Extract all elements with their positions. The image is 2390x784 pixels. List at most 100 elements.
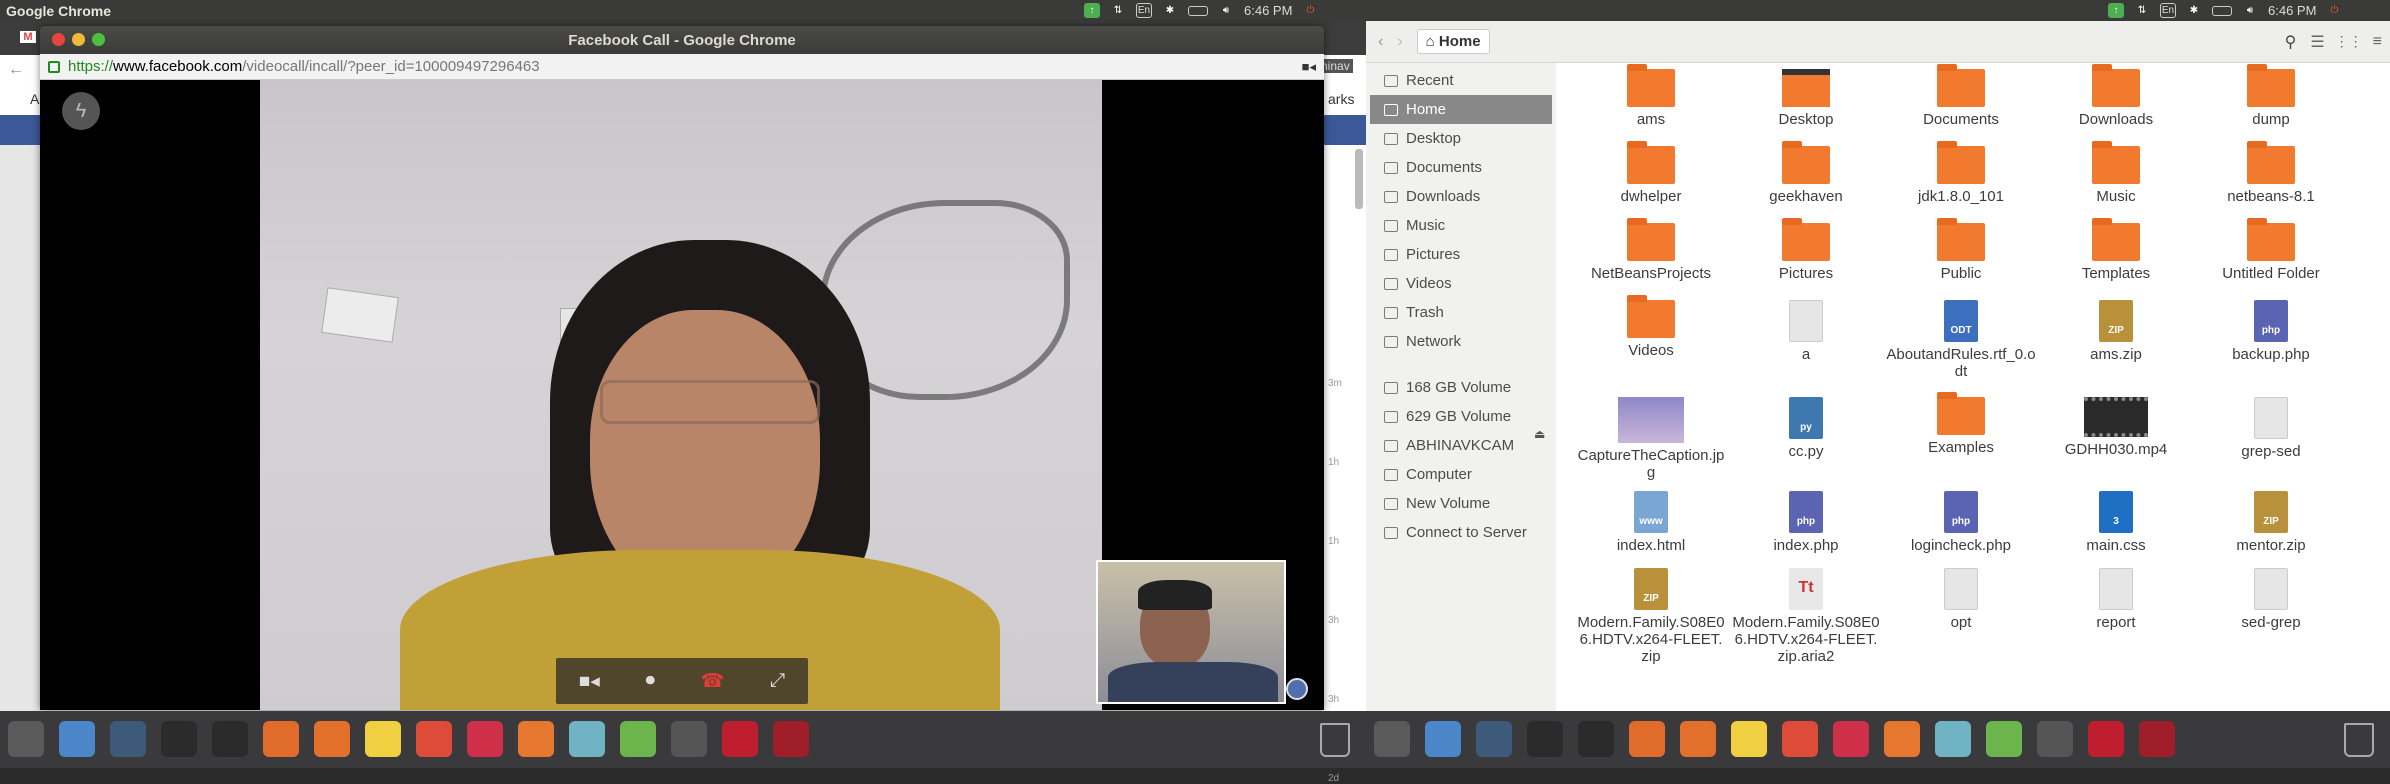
- sidebar-item-new-volume[interactable]: New Volume: [1370, 489, 1552, 518]
- sidebar-item-629-gb-volume[interactable]: 629 GB Volume: [1370, 402, 1552, 431]
- mixer-icon[interactable]: [1833, 721, 1869, 757]
- cube-icon[interactable]: [59, 721, 95, 757]
- firefox-icon[interactable]: [518, 721, 554, 757]
- gmail-tab-icon[interactable]: M: [20, 31, 36, 43]
- cube-icon[interactable]: [1425, 721, 1461, 757]
- sidebar-item-computer[interactable]: Computer: [1370, 460, 1552, 489]
- path-bar[interactable]: ⌂ Home: [1416, 29, 1490, 54]
- volume-icon[interactable]: 🔊︎: [1218, 3, 1234, 18]
- tool-icon[interactable]: [569, 721, 605, 757]
- webcam-icon[interactable]: [2037, 721, 2073, 757]
- sidebar-item-music[interactable]: Music: [1370, 211, 1552, 240]
- eject-icon[interactable]: ⏏: [1534, 427, 1545, 441]
- terminal-icon[interactable]: [212, 721, 248, 757]
- sidebar-item-trash[interactable]: Trash: [1370, 298, 1552, 327]
- messenger-icon[interactable]: ϟ: [62, 92, 100, 130]
- globe-icon[interactable]: [1286, 678, 1308, 700]
- store-icon[interactable]: [314, 721, 350, 757]
- mixer-icon[interactable]: [467, 721, 503, 757]
- power-icon[interactable]: ⏻: [1302, 3, 1318, 18]
- text-editor-icon[interactable]: [365, 721, 401, 757]
- file-item[interactable]: Downloads: [2041, 64, 2191, 128]
- file-item[interactable]: ZIP ams.zip: [2041, 300, 2191, 363]
- sidebar-item-videos[interactable]: Videos: [1370, 269, 1552, 298]
- camera-indicator-icon[interactable]: ■◂: [1302, 59, 1316, 75]
- filezilla-icon[interactable]: [722, 721, 758, 757]
- scrollbar[interactable]: [1355, 149, 1363, 209]
- bg-apps-label[interactable]: A: [30, 91, 39, 107]
- file-item[interactable]: ZIP mentor.zip: [2196, 491, 2346, 554]
- file-item[interactable]: GDHH030.mp4: [2041, 397, 2191, 458]
- bluetooth-icon[interactable]: ✱: [1162, 3, 1178, 18]
- battery-icon[interactable]: [1188, 5, 1208, 16]
- file-item[interactable]: php index.php: [1731, 491, 1881, 554]
- file-item[interactable]: php backup.php: [2196, 300, 2346, 363]
- sidebar-item-pictures[interactable]: Pictures: [1370, 240, 1552, 269]
- text-editor-icon[interactable]: [1731, 721, 1767, 757]
- grid-view-icon[interactable]: ⋮⋮: [2335, 33, 2363, 50]
- webcam-icon[interactable]: [671, 721, 707, 757]
- file-item[interactable]: Tt Modern.Family.S08E06.HDTV.x264-FLEET.z…: [1731, 568, 1881, 665]
- chrome-icon[interactable]: [416, 721, 452, 757]
- terminal-icon[interactable]: [1527, 721, 1563, 757]
- file-item[interactable]: Videos: [1576, 295, 1726, 359]
- terminal-icon[interactable]: [161, 721, 197, 757]
- file-item[interactable]: grep-sed: [2196, 397, 2346, 460]
- terminal-icon[interactable]: [1578, 721, 1614, 757]
- file-item[interactable]: 3 main.css: [2041, 491, 2191, 554]
- maximize-button[interactable]: [92, 33, 105, 46]
- forward-icon[interactable]: ›: [1397, 33, 1402, 51]
- file-item[interactable]: sed-grep: [2196, 568, 2346, 631]
- search-icon[interactable]: ⚲: [2285, 32, 2297, 52]
- battery-icon[interactable]: [2212, 5, 2232, 16]
- file-item[interactable]: Music: [2041, 141, 2191, 205]
- file-item[interactable]: ams: [1576, 64, 1726, 128]
- s-app-icon[interactable]: [110, 721, 146, 757]
- sidebar-item-home[interactable]: Home: [1370, 95, 1552, 124]
- file-item[interactable]: ZIP Modern.Family.S08E06.HDTV.x264-FLEET.…: [1576, 568, 1726, 665]
- file-item[interactable]: geekhaven: [1731, 141, 1881, 205]
- list-view-icon[interactable]: ☰: [2310, 32, 2324, 52]
- file-item[interactable]: ODT AboutandRules.rtf_0.odt: [1886, 300, 2036, 380]
- power-icon[interactable]: ⏻: [2326, 3, 2342, 18]
- file-item[interactable]: Untitled Folder: [2196, 218, 2346, 282]
- video-camera-icon[interactable]: ■◂: [579, 670, 600, 693]
- store-icon[interactable]: [1680, 721, 1716, 757]
- home-folder-icon[interactable]: [1629, 721, 1665, 757]
- settings-icon[interactable]: [1374, 721, 1410, 757]
- sidebar-item-network[interactable]: Network: [1370, 327, 1552, 356]
- sidebar-item-168-gb-volume[interactable]: 168 GB Volume: [1370, 373, 1552, 402]
- close-button[interactable]: [52, 33, 65, 46]
- bg-bookmarks-label[interactable]: arks: [1328, 91, 1354, 107]
- file-item[interactable]: php logincheck.php: [1886, 491, 2036, 554]
- file-item[interactable]: Examples: [1886, 392, 2036, 456]
- trash-icon[interactable]: [1320, 723, 1350, 757]
- self-view-video[interactable]: [1096, 560, 1286, 704]
- file-item[interactable]: a: [1731, 300, 1881, 363]
- file-item[interactable]: Templates: [2041, 218, 2191, 282]
- network-icon[interactable]: ⇅: [1110, 3, 1126, 18]
- file-item[interactable]: Desktop: [1731, 69, 1881, 128]
- chrome-icon[interactable]: [1782, 721, 1818, 757]
- address-bar[interactable]: https:// www.facebook.com /videocall/inc…: [40, 54, 1324, 80]
- keyboard-layout[interactable]: En: [2160, 3, 2176, 18]
- file-item[interactable]: py cc.py: [1731, 397, 1881, 460]
- file-item[interactable]: Documents: [1886, 64, 2036, 128]
- back-icon[interactable]: ‹: [1378, 33, 1383, 51]
- update-icon[interactable]: [620, 721, 656, 757]
- file-item[interactable]: Pictures: [1731, 218, 1881, 282]
- sidebar-item-documents[interactable]: Documents: [1370, 153, 1552, 182]
- file-item[interactable]: Public: [1886, 218, 2036, 282]
- firefox-icon[interactable]: [1884, 721, 1920, 757]
- tool-icon[interactable]: [1935, 721, 1971, 757]
- settings-icon[interactable]: [8, 721, 44, 757]
- file-item[interactable]: NetBeansProjects: [1576, 218, 1726, 282]
- file-item[interactable]: opt: [1886, 568, 2036, 631]
- update-icon[interactable]: ↑: [1084, 3, 1100, 18]
- file-item[interactable]: netbeans-8.1: [2196, 141, 2346, 205]
- clock[interactable]: 6:46 PM: [1244, 3, 1292, 18]
- volume-icon[interactable]: 🔊︎: [2242, 3, 2258, 18]
- sidebar-item-desktop[interactable]: Desktop: [1370, 124, 1552, 153]
- sd-card-icon[interactable]: [2139, 721, 2175, 757]
- filezilla-icon[interactable]: [2088, 721, 2124, 757]
